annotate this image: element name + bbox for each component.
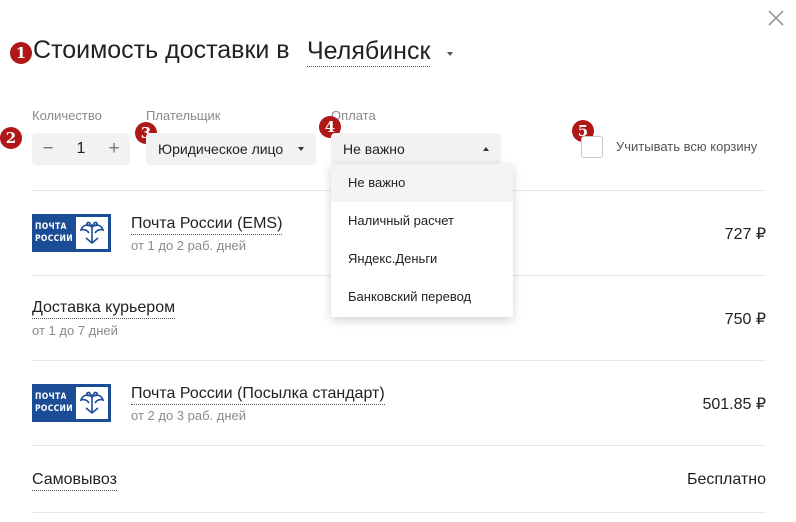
payment-select-value: Не важно [343,141,405,157]
delivery-price: Бесплатно [686,471,766,488]
city-selector[interactable]: Челябинск [307,36,431,67]
payment-option[interactable]: Не важно [331,164,513,202]
whole-cart-checkbox[interactable] [581,136,603,158]
payer-select-value: Юридическое лицо [158,141,284,157]
delivery-price: 501.85 ₽ [702,396,766,413]
delivery-time: от 2 до 3 раб. дней [131,408,247,423]
delivery-time: от 1 до 2 раб. дней [131,238,247,253]
annotation-badge-1: 1 [10,42,32,64]
russian-post-logo: ПОЧТА РОССИИ [32,214,111,252]
payment-option[interactable]: Наличный расчет [331,202,513,240]
chevron-up-icon [483,147,489,151]
payment-select[interactable]: Не важно [331,133,501,165]
page-title: Стоимость доставки в [33,36,290,64]
close-button[interactable] [764,6,788,30]
city-caret-icon[interactable] [447,52,453,56]
chevron-down-icon [298,147,304,151]
payment-option[interactable]: Банковский перевод [331,278,513,316]
eagle-icon [76,387,108,419]
delivery-price: 727 ₽ [724,226,766,243]
delivery-name-link[interactable]: Доставка курьером [32,298,176,319]
quantity-stepper: − 1 + [32,133,130,165]
logo-text: ПОЧТА РОССИИ [35,222,73,244]
eagle-icon [76,217,108,249]
quantity-decrease-button[interactable]: − [35,133,61,165]
quantity-label: Количество [32,108,102,123]
payment-option[interactable]: Яндекс.Деньги [331,240,513,278]
payer-label: Плательщик [146,108,221,123]
delivery-time: от 1 до 7 дней [32,323,118,338]
delivery-name-link[interactable]: Почта России (EMS) [131,214,283,235]
delivery-row: Самовывоз Бесплатно [32,446,766,512]
delivery-name-link[interactable]: Самовывоз [32,470,117,491]
payment-dropdown-menu: Не важно Наличный расчет Яндекс.Деньги Б… [331,164,513,317]
delivery-name-link[interactable]: Почта России (Посылка стандарт) [131,384,385,405]
delivery-price: 750 ₽ [724,311,766,328]
delivery-row: ПОЧТА РОССИИ Почта России (Посылка станд… [32,361,766,445]
payer-select[interactable]: Юридическое лицо [146,133,316,165]
close-icon [768,10,784,26]
quantity-value[interactable]: 1 [62,133,100,165]
logo-text: ПОЧТА РОССИИ [35,392,73,414]
whole-cart-label[interactable]: Учитывать всю корзину [616,139,757,154]
russian-post-logo: ПОЧТА РОССИИ [32,384,111,422]
annotation-badge-2: 2 [0,127,22,149]
divider [32,512,766,513]
quantity-increase-button[interactable]: + [101,133,127,165]
